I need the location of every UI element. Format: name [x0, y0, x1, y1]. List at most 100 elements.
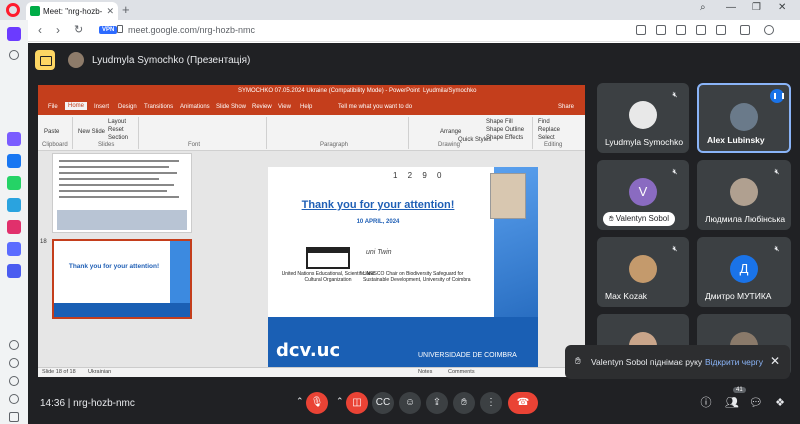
status-notes[interactable]: Notes [418, 369, 432, 375]
unesco-chair-text: UNESCO Chair on Biodiversity Safeguard f… [363, 271, 471, 283]
slide-number: 18 [40, 239, 47, 245]
group-font: Font [188, 142, 201, 148]
player-icon[interactable] [7, 264, 21, 278]
camera-off-button[interactable]: ◫ [346, 392, 368, 414]
meet-window: Lyudmyla Symochko (Презентація) SYMOCHKO… [28, 43, 800, 424]
telegram-icon[interactable] [7, 198, 21, 212]
slide-thumbnail-18[interactable]: Thank you for your attention! [52, 239, 192, 319]
browser-tab-meet[interactable]: Meet: "nrg-hozb-... ✕ [26, 2, 118, 20]
ppt-tab-file[interactable]: File [48, 104, 58, 110]
ppt-tab-insert[interactable]: Insert [94, 104, 109, 110]
avatar: V [629, 178, 657, 206]
wallet-icon[interactable] [716, 25, 726, 35]
shared-screen[interactable]: SYMOCHKO 07.05.2024 Ukraine (Compatibili… [38, 85, 585, 377]
group-paragraph: Paragraph [320, 142, 349, 148]
chat-icon[interactable]: 💬︎ [748, 395, 764, 411]
captions-button[interactable]: CC [372, 392, 394, 414]
ppt-tell-me[interactable]: Tell me what you want to do [338, 104, 412, 110]
close-icon[interactable]: ✕ [770, 354, 780, 368]
participant-tile-active-speaker[interactable]: Alex Lubinsky [697, 83, 791, 153]
more-options-button[interactable]: ⋮ [480, 392, 502, 414]
participant-tile[interactable]: 🔇︎ Max Kozak [597, 237, 689, 307]
minimize-icon[interactable]: — [726, 2, 736, 13]
emoji-button[interactable]: ☺ [399, 392, 421, 414]
vpn-badge[interactable]: VPN [99, 26, 118, 34]
participant-tile[interactable]: 🔇︎ Людмила Любінська [697, 160, 791, 230]
speed-dial-icon[interactable] [9, 50, 19, 60]
ribbon-select[interactable]: Select [538, 135, 555, 141]
current-slide[interactable]: 1 2 9 0 Thank you for your attention! 10… [268, 167, 538, 367]
slide-date: 10 APRIL, 2024 [356, 219, 400, 225]
aria-assistant-icon[interactable] [7, 132, 21, 146]
raise-hand-button[interactable]: ✋︎ [453, 392, 475, 414]
ribbon-replace[interactable]: Replace [538, 127, 560, 133]
history-icon[interactable] [9, 358, 19, 368]
search-tabs-icon[interactable]: ⌕ [700, 2, 706, 13]
opera-logo-icon[interactable] [6, 3, 20, 17]
bookmark-icon[interactable] [696, 25, 706, 35]
maximize-icon[interactable]: ❐ [752, 2, 761, 13]
activities-icon[interactable]: ❖ [772, 395, 788, 411]
reload-icon[interactable]: ↻ [74, 23, 83, 36]
ribbon-new-slide[interactable]: New Slide [78, 129, 105, 135]
ppt-tab-animations[interactable]: Animations [180, 104, 210, 110]
audio-options-chevron-icon[interactable]: ⌃ [296, 396, 304, 407]
unitwin-logo: uni Twin [366, 249, 392, 256]
participant-tile[interactable]: Д 🔇︎ Дмитро МУТИКА [697, 237, 791, 307]
discord-icon[interactable] [7, 242, 21, 256]
slide-thumbnails-pane[interactable]: 18 Thank you for your attention! [38, 151, 198, 367]
settings-icon[interactable] [9, 376, 19, 386]
browser-toolbar: ‹ › ↻ VPN meet.google.com/nrg-hozb-nmc [0, 20, 800, 42]
back-icon[interactable]: ‹ [38, 23, 42, 37]
screenshot-icon[interactable] [656, 25, 666, 35]
ppt-tab-slideshow[interactable]: Slide Show [216, 104, 246, 110]
slide-thumbnail-17[interactable] [52, 153, 192, 233]
mic-off-button[interactable]: 🎙︎ [306, 392, 328, 414]
leave-call-button[interactable]: ☎︎ [508, 392, 538, 414]
ppt-share-button[interactable]: Share [558, 104, 574, 110]
forward-icon[interactable]: › [56, 23, 60, 37]
present-screen-button[interactable]: ⇪ [426, 392, 448, 414]
slide-editor[interactable]: 1 2 9 0 Thank you for your attention! 10… [198, 151, 585, 367]
ppt-tab-review[interactable]: Review [252, 104, 272, 110]
menu-icon[interactable] [764, 25, 774, 35]
whatsapp-icon[interactable] [7, 176, 21, 190]
ribbon-arrange[interactable]: Arrange [440, 129, 461, 135]
favorites-icon[interactable] [9, 340, 19, 350]
aria-icon[interactable] [7, 27, 21, 41]
location-icon[interactable] [9, 394, 19, 404]
close-window-icon[interactable]: ✕ [778, 2, 786, 13]
instagram-icon[interactable] [7, 220, 21, 234]
easy-setup-icon[interactable] [740, 25, 750, 35]
ribbon-reset[interactable]: Reset [108, 127, 124, 133]
participant-tile[interactable]: V 🔇︎ ✋︎ Valentyn Sobol [597, 160, 689, 230]
presentation-icon[interactable] [35, 50, 55, 70]
ribbon-paste[interactable]: Paste [44, 129, 59, 135]
ppt-tab-design[interactable]: Design [118, 104, 137, 110]
messenger-icon[interactable] [7, 154, 21, 168]
participant-tile[interactable]: 🔇︎ Lyudmyla Symochko [597, 83, 689, 153]
people-icon[interactable]: 👥︎ [724, 395, 740, 411]
camera-icon[interactable] [636, 25, 646, 35]
ribbon-shape-outline[interactable]: Shape Outline [486, 127, 524, 133]
more-icon[interactable] [9, 412, 19, 422]
extension-icon[interactable] [676, 25, 686, 35]
meeting-info-icon[interactable]: ⓘ [698, 395, 714, 411]
ribbon-shape-effects[interactable]: Shape Effects [486, 135, 523, 141]
ribbon-shape-fill[interactable]: Shape Fill [486, 119, 513, 125]
new-tab-icon[interactable]: + [122, 2, 130, 17]
open-queue-link[interactable]: Відкрити чергу [705, 357, 763, 367]
ppt-tab-view[interactable]: View [278, 104, 291, 110]
slide-counter: Slide 18 of 18 [42, 369, 76, 375]
address-bar[interactable]: meet.google.com/nrg-hozb-nmc [128, 25, 255, 35]
ribbon-layout[interactable]: Layout [108, 119, 126, 125]
ppt-tab-transitions[interactable]: Transitions [144, 104, 173, 110]
tab-close-icon[interactable]: ✕ [106, 6, 114, 17]
ribbon-section[interactable]: Section [108, 135, 128, 141]
video-options-chevron-icon[interactable]: ⌃ [336, 396, 344, 407]
lock-icon[interactable] [117, 25, 123, 33]
ribbon-find[interactable]: Find [538, 119, 550, 125]
status-comments[interactable]: Comments [448, 369, 475, 375]
ppt-tab-help[interactable]: Help [300, 104, 312, 110]
ppt-tab-home[interactable]: Home [65, 102, 88, 110]
